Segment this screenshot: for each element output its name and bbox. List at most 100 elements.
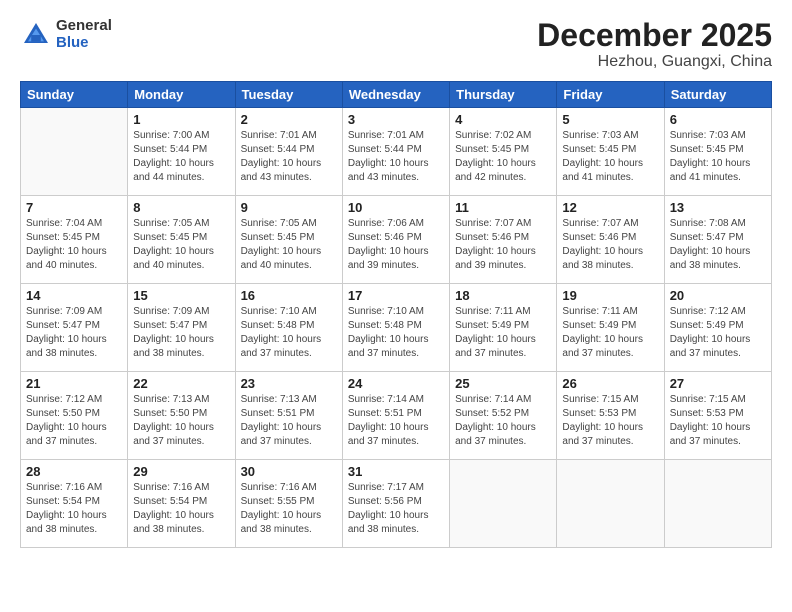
day-info: Sunrise: 7:00 AM Sunset: 5:44 PM Dayligh…	[133, 129, 229, 185]
day-number: 26	[562, 376, 658, 391]
calendar-cell: 25 Sunrise: 7:14 AM Sunset: 5:52 PM Dayli…	[450, 372, 557, 460]
day-number: 29	[133, 464, 229, 479]
day-info: Sunrise: 7:09 AM Sunset: 5:47 PM Dayligh…	[133, 305, 229, 361]
calendar-cell: 22Sunrise: 7:13 AM Sunset: 5:50 PM Dayli…	[128, 372, 235, 460]
day-number: 11	[455, 200, 551, 215]
calendar-cell: 2 Sunrise: 7:01 AM Sunset: 5:44 PM Daylig…	[235, 108, 342, 196]
logo-icon	[20, 19, 52, 51]
day-number: 2	[241, 112, 337, 127]
day-info: Sunrise: 7:15 AM Sunset: 5:53 PM Dayligh…	[562, 393, 658, 449]
day-info: Sunrise: 7:01 AM Sunset: 5:44 PM Dayligh…	[241, 129, 337, 185]
day-info: Sunrise: 7:12 AM Sunset: 5:49 PM Dayligh…	[670, 305, 766, 361]
calendar-cell: 21 Sunrise: 7:12 AM Sunset: 5:50 PM Dayli…	[21, 372, 128, 460]
calendar-cell: 13Sunrise: 7:08 AM Sunset: 5:47 PM Dayli…	[664, 196, 771, 284]
calendar-cell: 3 Sunrise: 7:01 AM Sunset: 5:44 PM Daylig…	[342, 108, 449, 196]
day-info: Sunrise: 7:09 AM Sunset: 5:47 PM Dayligh…	[26, 305, 122, 361]
calendar-cell: 31Sunrise: 7:17 AM Sunset: 5:56 PM Dayli…	[342, 460, 449, 548]
day-info: Sunrise: 7:11 AM Sunset: 5:49 PM Dayligh…	[455, 305, 551, 361]
calendar-cell: 5 Sunrise: 7:03 AM Sunset: 5:45 PM Daylig…	[557, 108, 664, 196]
day-info: Sunrise: 7:07 AM Sunset: 5:46 PM Dayligh…	[455, 217, 551, 273]
title-block: December 2025 Hezhou, Guangxi, China	[537, 18, 772, 71]
day-info: Sunrise: 7:14 AM Sunset: 5:51 PM Dayligh…	[348, 393, 444, 449]
day-info: Sunrise: 7:15 AM Sunset: 5:53 PM Dayligh…	[670, 393, 766, 449]
day-number: 9	[241, 200, 337, 215]
day-number: 6	[670, 112, 766, 127]
calendar-body: 1 Sunrise: 7:00 AM Sunset: 5:44 PM Daylig…	[21, 108, 772, 548]
weekday-header: Monday	[128, 82, 235, 108]
calendar-cell	[450, 460, 557, 548]
day-number: 14	[26, 288, 122, 303]
day-info: Sunrise: 7:03 AM Sunset: 5:45 PM Dayligh…	[562, 129, 658, 185]
day-info: Sunrise: 7:13 AM Sunset: 5:50 PM Dayligh…	[133, 393, 229, 449]
weekday-row: SundayMondayTuesdayWednesdayThursdayFrid…	[21, 82, 772, 108]
calendar-week-row: 28Sunrise: 7:16 AM Sunset: 5:54 PM Dayli…	[21, 460, 772, 548]
calendar-cell: 1 Sunrise: 7:00 AM Sunset: 5:44 PM Daylig…	[128, 108, 235, 196]
day-number: 1	[133, 112, 229, 127]
day-number: 16	[241, 288, 337, 303]
day-number: 8	[133, 200, 229, 215]
day-info: Sunrise: 7:10 AM Sunset: 5:48 PM Dayligh…	[348, 305, 444, 361]
day-number: 23	[241, 376, 337, 391]
day-number: 21	[26, 376, 122, 391]
day-number: 15	[133, 288, 229, 303]
day-number: 5	[562, 112, 658, 127]
day-info: Sunrise: 7:12 AM Sunset: 5:50 PM Dayligh…	[26, 393, 122, 449]
day-number: 18	[455, 288, 551, 303]
day-number: 24	[348, 376, 444, 391]
day-number: 3	[348, 112, 444, 127]
weekday-header: Saturday	[664, 82, 771, 108]
day-number: 20	[670, 288, 766, 303]
logo-text: General Blue	[56, 18, 112, 51]
calendar-cell	[21, 108, 128, 196]
day-info: Sunrise: 7:10 AM Sunset: 5:48 PM Dayligh…	[241, 305, 337, 361]
logo-blue: Blue	[56, 35, 112, 52]
day-info: Sunrise: 7:16 AM Sunset: 5:55 PM Dayligh…	[241, 481, 337, 537]
calendar-week-row: 21 Sunrise: 7:12 AM Sunset: 5:50 PM Dayli…	[21, 372, 772, 460]
day-number: 7	[26, 200, 122, 215]
day-info: Sunrise: 7:17 AM Sunset: 5:56 PM Dayligh…	[348, 481, 444, 537]
calendar-cell: 20 Sunrise: 7:12 AM Sunset: 5:49 PM Dayli…	[664, 284, 771, 372]
day-info: Sunrise: 7:11 AM Sunset: 5:49 PM Dayligh…	[562, 305, 658, 361]
calendar-cell	[664, 460, 771, 548]
day-number: 27	[670, 376, 766, 391]
day-info: Sunrise: 7:05 AM Sunset: 5:45 PM Dayligh…	[241, 217, 337, 273]
weekday-header: Thursday	[450, 82, 557, 108]
day-info: Sunrise: 7:06 AM Sunset: 5:46 PM Dayligh…	[348, 217, 444, 273]
day-number: 30	[241, 464, 337, 479]
calendar-cell: 15 Sunrise: 7:09 AM Sunset: 5:47 PM Dayli…	[128, 284, 235, 372]
day-number: 17	[348, 288, 444, 303]
day-info: Sunrise: 7:02 AM Sunset: 5:45 PM Dayligh…	[455, 129, 551, 185]
calendar-cell: 4Sunrise: 7:02 AM Sunset: 5:45 PM Daylig…	[450, 108, 557, 196]
calendar-cell: 6 Sunrise: 7:03 AM Sunset: 5:45 PM Daylig…	[664, 108, 771, 196]
calendar-cell: 28Sunrise: 7:16 AM Sunset: 5:54 PM Dayli…	[21, 460, 128, 548]
calendar-week-row: 1 Sunrise: 7:00 AM Sunset: 5:44 PM Daylig…	[21, 108, 772, 196]
day-info: Sunrise: 7:14 AM Sunset: 5:52 PM Dayligh…	[455, 393, 551, 449]
day-info: Sunrise: 7:04 AM Sunset: 5:45 PM Dayligh…	[26, 217, 122, 273]
calendar-cell: 29 Sunrise: 7:16 AM Sunset: 5:54 PM Dayli…	[128, 460, 235, 548]
logo-general: General	[56, 18, 112, 35]
header: General Blue December 2025 Hezhou, Guang…	[20, 18, 772, 71]
day-info: Sunrise: 7:16 AM Sunset: 5:54 PM Dayligh…	[133, 481, 229, 537]
day-info: Sunrise: 7:07 AM Sunset: 5:46 PM Dayligh…	[562, 217, 658, 273]
day-info: Sunrise: 7:03 AM Sunset: 5:45 PM Dayligh…	[670, 129, 766, 185]
day-info: Sunrise: 7:01 AM Sunset: 5:44 PM Dayligh…	[348, 129, 444, 185]
calendar-cell: 27 Sunrise: 7:15 AM Sunset: 5:53 PM Dayli…	[664, 372, 771, 460]
calendar-cell: 23Sunrise: 7:13 AM Sunset: 5:51 PM Dayli…	[235, 372, 342, 460]
day-info: Sunrise: 7:08 AM Sunset: 5:47 PM Dayligh…	[670, 217, 766, 273]
day-number: 19	[562, 288, 658, 303]
calendar-cell: 10 Sunrise: 7:06 AM Sunset: 5:46 PM Dayli…	[342, 196, 449, 284]
calendar-header: SundayMondayTuesdayWednesdayThursdayFrid…	[21, 82, 772, 108]
day-number: 12	[562, 200, 658, 215]
calendar-cell: 17 Sunrise: 7:10 AM Sunset: 5:48 PM Dayli…	[342, 284, 449, 372]
weekday-header: Tuesday	[235, 82, 342, 108]
calendar-cell: 9 Sunrise: 7:05 AM Sunset: 5:45 PM Daylig…	[235, 196, 342, 284]
day-number: 25	[455, 376, 551, 391]
weekday-header: Sunday	[21, 82, 128, 108]
day-number: 10	[348, 200, 444, 215]
calendar-cell	[557, 460, 664, 548]
calendar-cell: 18 Sunrise: 7:11 AM Sunset: 5:49 PM Dayli…	[450, 284, 557, 372]
calendar-cell: 8Sunrise: 7:05 AM Sunset: 5:45 PM Daylig…	[128, 196, 235, 284]
calendar-cell: 12 Sunrise: 7:07 AM Sunset: 5:46 PM Dayli…	[557, 196, 664, 284]
weekday-header: Friday	[557, 82, 664, 108]
page-container: General Blue December 2025 Hezhou, Guang…	[0, 0, 792, 558]
